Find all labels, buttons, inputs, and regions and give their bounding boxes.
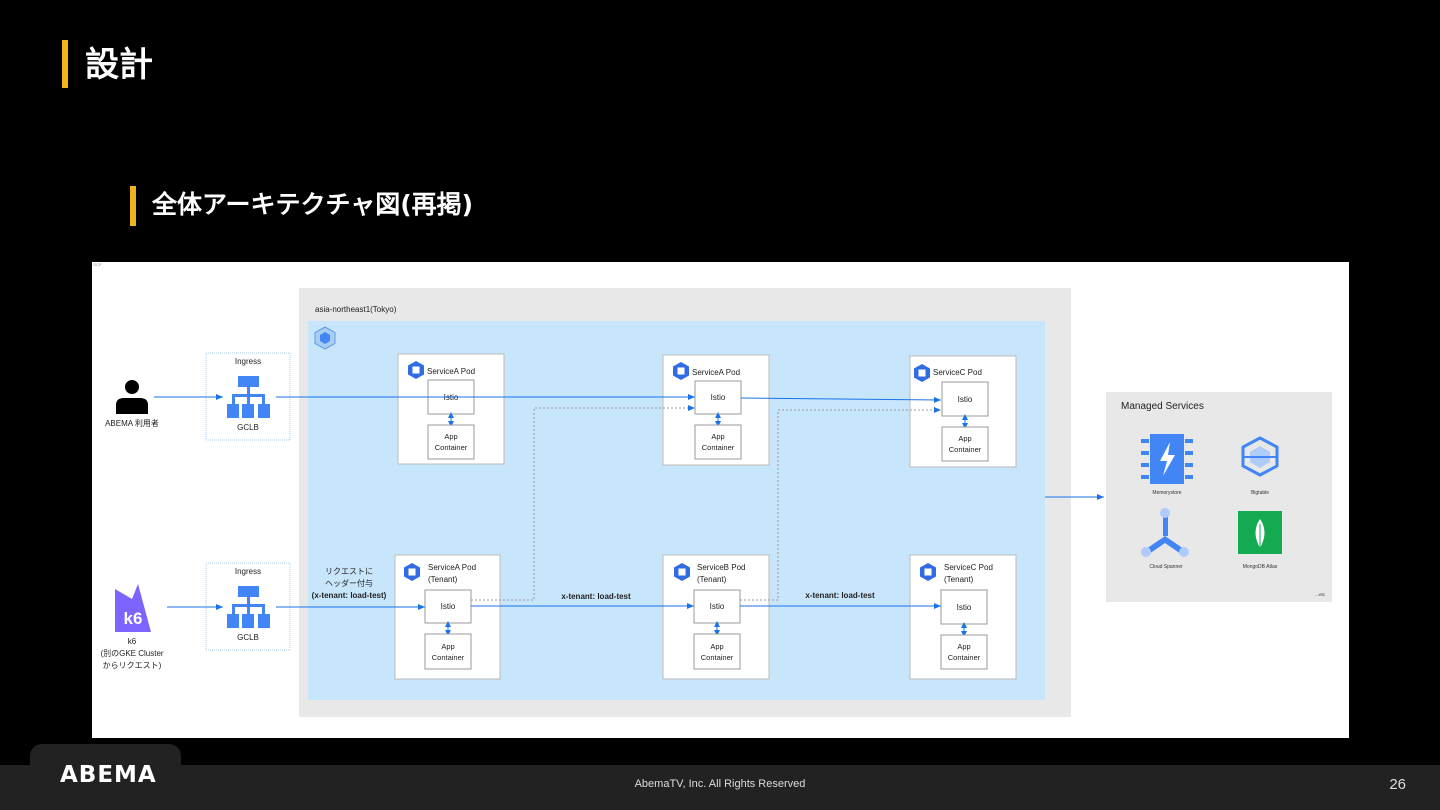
- gclb-label: GCLB: [237, 633, 259, 642]
- architecture-diagram: GCP asia-northeast1(Tokyo) ABEMA 利用者 Ing…: [92, 262, 1349, 738]
- app-label: App: [711, 432, 724, 441]
- istio-label: Istio: [957, 603, 972, 612]
- container-label: Container: [949, 445, 982, 454]
- container-label: Container: [702, 443, 735, 452]
- mongodb-icon: [1238, 511, 1282, 554]
- page-number: 26: [1389, 776, 1406, 793]
- service-b-pod-tenant: ServiceB Pod (Tenant) Istio App Containe…: [662, 554, 770, 680]
- pod-tenant-label: (Tenant): [697, 575, 727, 584]
- request-note-line1: リクエストに: [325, 567, 373, 576]
- request-note-line2: ヘッダー付与: [325, 578, 373, 588]
- k6-logo-text: k6: [124, 609, 143, 628]
- pod-title: ServiceC Pod: [933, 368, 982, 377]
- k6-note-line1: (別のGKE Cluster: [100, 649, 163, 658]
- service-a-pod-top-2: ServiceA Pod Istio App Container: [662, 354, 770, 466]
- gclb-label: GCLB: [237, 423, 259, 432]
- managed-services-title: Managed Services: [1121, 401, 1204, 412]
- gclb-icon: [227, 586, 270, 628]
- page-title: 設計: [85, 45, 153, 85]
- container-label: Container: [435, 443, 468, 452]
- tenant-header-label-2: x-tenant: load-test: [805, 591, 875, 600]
- pod-tenant-label: (Tenant): [428, 575, 458, 584]
- app-label: App: [957, 642, 970, 651]
- k6-logo-icon: k6: [115, 584, 151, 632]
- app-label: App: [441, 642, 454, 651]
- istio-label: Istio: [710, 602, 725, 611]
- subtitle-accent-bar: [130, 186, 136, 226]
- container-label: Container: [701, 653, 734, 662]
- container-label: Container: [948, 653, 981, 662]
- user-icon: [116, 380, 148, 414]
- title-accent-bar: [62, 40, 68, 88]
- app-label: App: [958, 434, 971, 443]
- pod-title: ServiceA Pod: [428, 563, 476, 572]
- app-label: App: [444, 432, 457, 441]
- gke-icon: [314, 326, 336, 350]
- request-note-line3: (x-tenant: load-test): [312, 591, 387, 600]
- region-label: asia-northeast1(Tokyo): [315, 305, 397, 314]
- managed-etc-label: ...etc: [1315, 592, 1326, 597]
- memorystore-label: Memorystore: [1152, 490, 1181, 496]
- k6-note-line2: からリクエスト): [103, 661, 162, 670]
- bigtable-label: Bigtable: [1251, 490, 1269, 496]
- managed-services-panel: Managed Services Memorystore Bigtable Cl…: [1106, 392, 1332, 602]
- tenant-header-label-1: x-tenant: load-test: [561, 592, 631, 601]
- pod-title: ServiceA Pod: [692, 368, 740, 377]
- istio-label: Istio: [958, 395, 973, 404]
- pod-tenant-label: (Tenant): [944, 575, 974, 584]
- pod-title: ServiceA Pod: [427, 367, 475, 376]
- ingress-label: Ingress: [235, 357, 261, 366]
- corner-note: GCP: [93, 262, 102, 267]
- copyright-text: AbemaTV, Inc. All Rights Reserved: [634, 778, 806, 790]
- pod-title: ServiceB Pod: [697, 563, 745, 572]
- service-c-pod-tenant: ServiceC Pod (Tenant) Istio App Containe…: [909, 554, 1017, 680]
- k6-label: k6: [128, 637, 137, 646]
- istio-label: Istio: [441, 602, 456, 611]
- user-label: ABEMA 利用者: [105, 418, 159, 428]
- pod-title: ServiceC Pod: [944, 563, 993, 572]
- diagram-svg: GCP asia-northeast1(Tokyo) ABEMA 利用者 Ing…: [93, 262, 1332, 717]
- ingress-label: Ingress: [235, 567, 261, 576]
- spanner-label: Cloud Spanner: [1149, 564, 1183, 570]
- container-label: Container: [432, 653, 465, 662]
- istio-label: Istio: [711, 393, 726, 402]
- app-label: App: [710, 642, 723, 651]
- service-a-pod-top: ServiceA Pod Istio App Container: [397, 353, 505, 465]
- section-subtitle: 全体アーキテクチャ図(再掲): [152, 190, 474, 219]
- mongodb-label: MongoDB Atlas: [1243, 564, 1278, 570]
- service-a-pod-tenant: ServiceA Pod (Tenant) Istio App Containe…: [394, 554, 501, 680]
- gclb-icon: [227, 376, 270, 418]
- service-c-pod-top: ServiceC Pod Istio App Container: [909, 355, 1017, 468]
